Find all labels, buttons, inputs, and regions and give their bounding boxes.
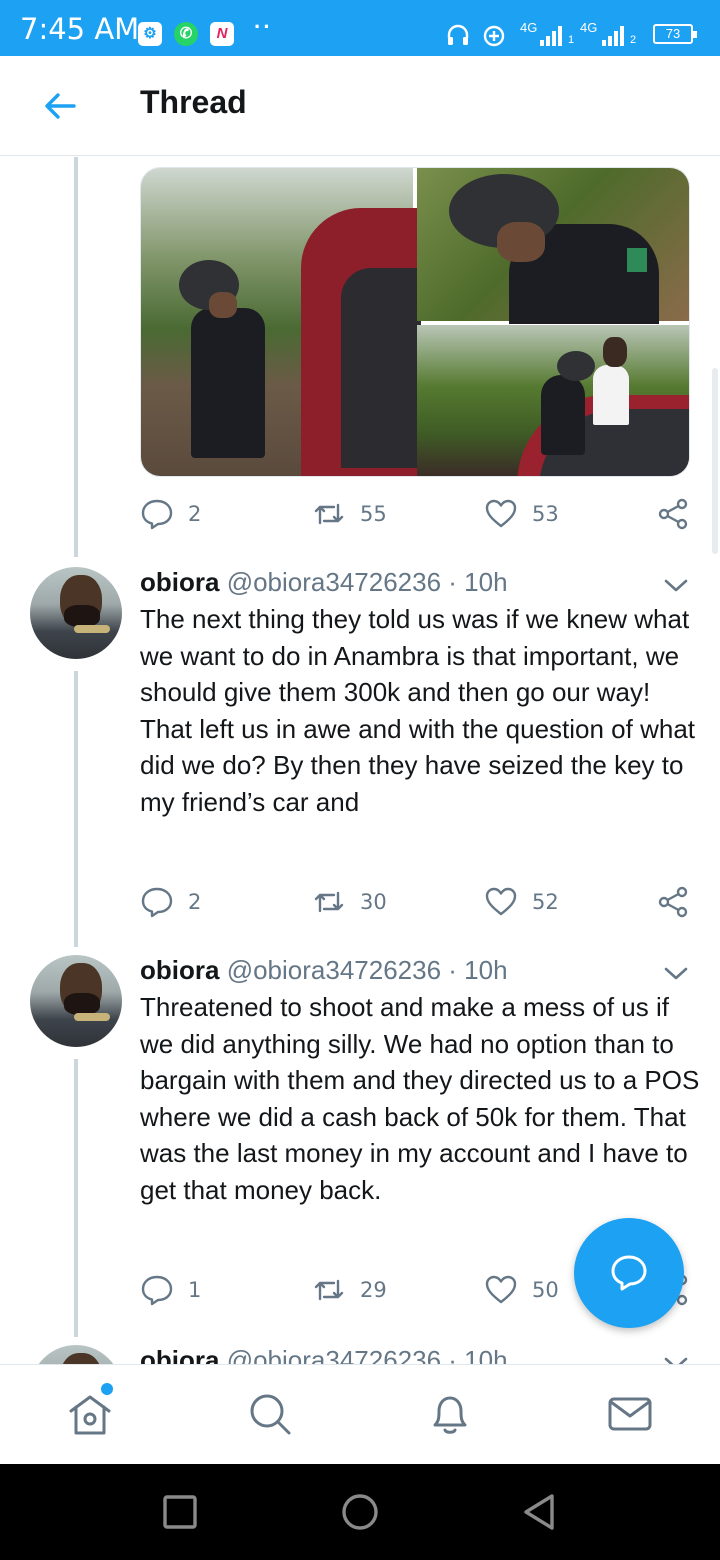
tweet-card[interactable]: obiora @obiora34726236 · 10h [0,1345,720,1364]
author-name[interactable]: obiora [140,567,219,597]
nav-search[interactable] [245,1389,295,1439]
back-button-icon[interactable] [520,1492,560,1532]
home-button-icon[interactable] [340,1492,380,1532]
status-time: 7:45 AM [20,12,140,46]
whatsapp-notification-icon: ✆ [174,22,198,46]
tweet-header: obiora @obiora34726236 · 10h [140,1345,508,1364]
recent-apps-icon[interactable] [160,1492,200,1532]
like-count: 50 [532,1278,559,1302]
retweet-icon [314,503,344,525]
new-content-indicator [101,1383,113,1395]
messages-icon [608,1397,652,1431]
compose-reply-button[interactable] [574,1218,684,1328]
retweet-button[interactable]: 55 [312,494,387,534]
tweet-time: · 10h [448,955,508,985]
avatar[interactable] [30,1345,122,1364]
reply-count: 2 [188,502,202,526]
heart-icon [485,1275,517,1304]
data-saver-icon [483,25,505,47]
like-count: 52 [532,890,559,914]
retweet-count: 55 [360,502,387,526]
tweet-header: obiora @obiora34726236 · 10h [140,955,508,986]
settings-notification-icon: ⚙ [138,22,162,46]
like-button[interactable]: 50 [484,1270,559,1310]
author-handle[interactable]: @obiora34726236 [227,1345,441,1364]
author-name[interactable]: obiora [140,1345,219,1364]
news-notification-icon: N [210,22,234,46]
chevron-down-icon[interactable] [662,575,690,595]
media-photo-3[interactable] [417,325,689,476]
share-icon [658,886,688,918]
system-navigation-bar [0,1464,720,1560]
heart-icon [485,887,517,916]
nav-notifications[interactable] [425,1389,475,1439]
network-type-2: 4G [580,20,598,35]
reply-button[interactable]: 2 [140,494,201,534]
nav-messages[interactable] [605,1389,655,1439]
like-button[interactable]: 52 [484,882,559,922]
reply-button[interactable]: 2 [140,882,201,922]
media-photo-1[interactable] [141,168,421,476]
retweet-count: 29 [360,1278,387,1302]
retweet-icon [314,1279,344,1301]
tweet-actions: 2 55 53 [140,494,700,534]
thread-connector-line [74,157,78,557]
home-icon [69,1395,111,1435]
tweet-time: · 10h [448,567,508,597]
chevron-down-icon[interactable] [662,1353,690,1364]
reply-count: 2 [188,890,202,914]
more-notifications-indicator: ·· [254,14,273,39]
share-button[interactable] [656,882,690,922]
tweet-media-grid[interactable] [140,167,690,477]
sim-1-label: 1 [568,34,575,46]
tweet-text: The next thing they told us was if we kn… [140,604,696,817]
share-button[interactable] [656,494,690,534]
author-name[interactable]: obiora [140,955,219,985]
like-button[interactable]: 53 [484,494,559,534]
tweet-card[interactable]: obiora @obiora34726236 · 10h The next th… [0,567,720,952]
photo-car-shape [301,208,421,476]
nav-home[interactable] [65,1389,115,1439]
notifications-icon [433,1396,467,1434]
status-bar: 7:45 AM ⚙ ✆ N ·· 4G 1 4G 2 73 [0,0,720,56]
tweet-time: · 10h [448,1345,508,1364]
tweet-text: Threatened to shoot and make a mess of u… [140,992,700,1205]
headphones-icon [447,24,469,45]
reply-icon [141,1275,173,1306]
heart-icon [485,499,517,528]
retweet-button[interactable]: 30 [312,882,387,922]
tweet-actions: 2 30 52 [140,882,700,922]
retweet-button[interactable]: 29 [312,1270,387,1310]
thread-connector-line [74,1059,78,1337]
like-count: 53 [532,502,559,526]
thread-timeline[interactable]: 2 55 53 obiora @obiora34726236 · 10h The… [0,157,720,1364]
page-title: Thread [140,84,247,120]
author-handle[interactable]: @obiora34726236 [227,955,441,985]
search-icon [250,1394,291,1435]
chevron-down-icon[interactable] [662,963,690,983]
avatar[interactable] [30,567,122,659]
thread-connector-line [74,671,78,947]
signal-strength-1-icon [540,26,562,46]
signal-strength-2-icon [602,26,624,46]
network-type-1: 4G [520,20,538,35]
scrollbar[interactable] [712,368,718,554]
media-photo-2[interactable] [417,168,689,324]
avatar[interactable] [30,955,122,1047]
author-handle[interactable]: @obiora34726236 [227,567,441,597]
app-header: Thread [0,56,720,156]
sim-2-label: 2 [630,34,637,46]
reply-button[interactable]: 1 [140,1270,201,1310]
tweet-header: obiora @obiora34726236 · 10h [140,567,508,598]
retweet-icon [314,891,344,913]
retweet-count: 30 [360,890,387,914]
reply-count: 1 [188,1278,202,1302]
reply-icon [141,499,173,530]
arrow-left-icon[interactable] [40,86,80,126]
share-icon [658,498,688,530]
compose-reply-icon [611,1255,647,1291]
battery-indicator: 73 [653,24,697,44]
bottom-navigation [0,1364,720,1464]
reply-icon [141,887,173,918]
